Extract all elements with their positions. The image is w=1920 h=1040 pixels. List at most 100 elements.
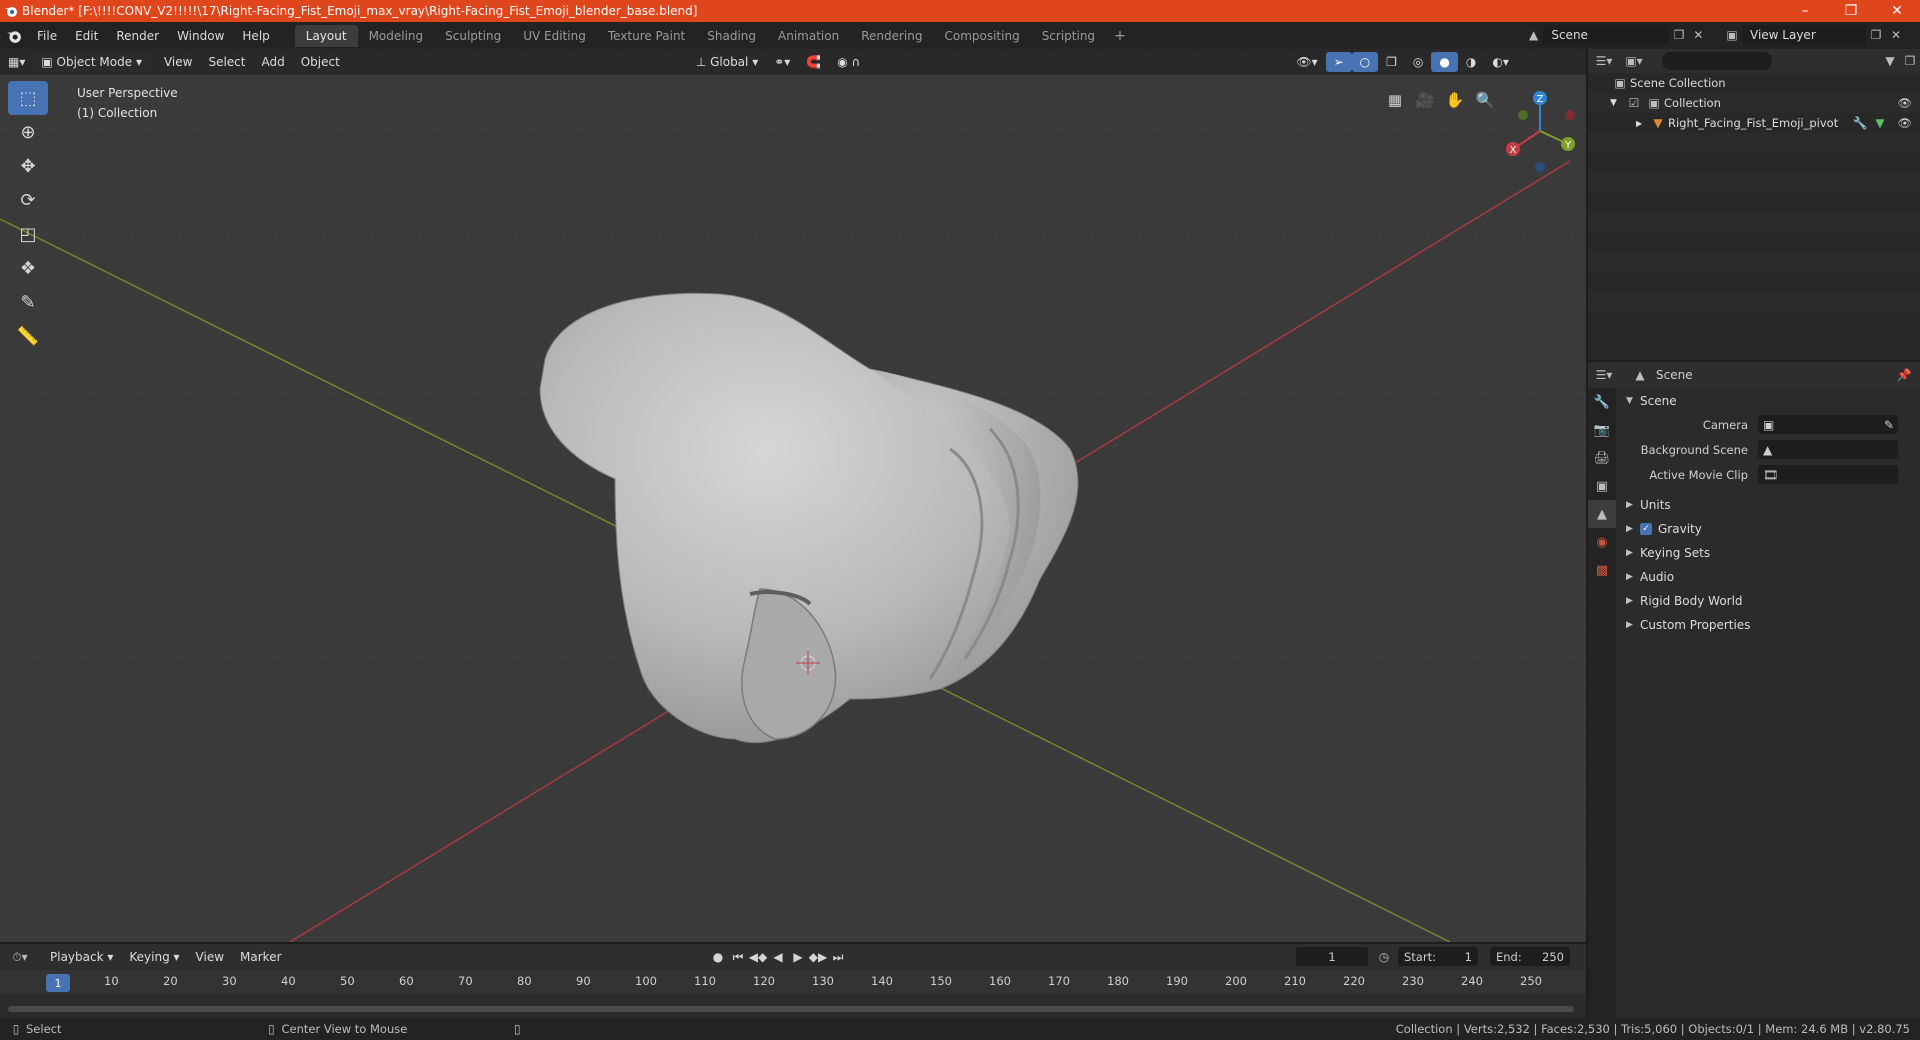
active-movie-clip-field[interactable]: 🎞 bbox=[1758, 465, 1898, 484]
expand-object-icon[interactable]: ▶ bbox=[1636, 119, 1648, 128]
play-reverse-icon[interactable]: ◀ bbox=[768, 947, 788, 967]
3d-viewport[interactable]: ▦▾ ▣ Object Mode ▾ View Select Add Objec… bbox=[0, 49, 1586, 942]
background-scene-field[interactable]: ▲ bbox=[1758, 440, 1898, 459]
gravity-checkbox[interactable]: ✓ bbox=[1640, 523, 1652, 535]
minimize-button[interactable]: – bbox=[1782, 0, 1828, 22]
snap-icon[interactable]: 🧲 bbox=[798, 52, 829, 72]
menu-select[interactable]: Select bbox=[200, 52, 253, 72]
scale-tool[interactable]: ◰ bbox=[8, 217, 48, 251]
new-scene-icon[interactable]: ❐ bbox=[1669, 25, 1688, 45]
playhead[interactable]: 1 bbox=[46, 974, 70, 992]
rigid-body-world-panel-header[interactable]: ▶ Rigid Body World bbox=[1618, 589, 1918, 613]
render-tab-icon[interactable]: 📷 bbox=[1588, 416, 1616, 444]
gizmo-toggle-icon[interactable]: ➢ bbox=[1325, 52, 1352, 72]
keying-sets-panel-header[interactable]: ▶ Keying Sets bbox=[1618, 541, 1918, 565]
scene-name-field[interactable]: Scene bbox=[1543, 25, 1670, 45]
view-layer-name-field[interactable]: View Layer bbox=[1742, 25, 1866, 45]
menu-help[interactable]: Help bbox=[233, 29, 278, 43]
menu-edit[interactable]: Edit bbox=[66, 29, 107, 43]
menu-render[interactable]: Render bbox=[107, 29, 168, 43]
remove-view-layer-icon[interactable]: ✕ bbox=[1886, 25, 1906, 45]
output-tab-icon[interactable]: 🖨 bbox=[1588, 444, 1616, 472]
tab-scripting[interactable]: Scripting bbox=[1031, 25, 1106, 47]
rendered-shading-icon[interactable]: ◐▾ bbox=[1484, 52, 1517, 72]
timeline-ruler[interactable]: 1 10 20 30 40 50 60 70 80 90 100 110 120 130 140 150 16… bbox=[0, 970, 1586, 994]
material-shading-icon[interactable]: ◑ bbox=[1458, 52, 1484, 72]
start-frame-field[interactable]: Start: 1 bbox=[1398, 947, 1478, 966]
scene-panel-header[interactable]: ▼ Scene bbox=[1618, 390, 1918, 412]
solid-shading-icon[interactable]: ● bbox=[1431, 52, 1458, 72]
new-view-layer-icon[interactable]: ❐ bbox=[1866, 25, 1886, 45]
editor-type-icon[interactable]: ▦▾ bbox=[0, 52, 33, 72]
tab-compositing[interactable]: Compositing bbox=[933, 25, 1030, 47]
next-keyframe-icon[interactable]: ◆▶ bbox=[808, 947, 828, 967]
restore-button[interactable]: ❐ bbox=[1828, 0, 1874, 22]
pin-icon[interactable]: 📌 bbox=[1894, 365, 1914, 385]
view-layer-tab-icon[interactable]: ▣ bbox=[1588, 472, 1616, 500]
current-frame-field[interactable]: 1 bbox=[1296, 947, 1368, 966]
transform-tool[interactable]: ❖ bbox=[8, 251, 48, 285]
select-box-tool[interactable]: ⬚ bbox=[8, 81, 48, 115]
texture-tab-icon[interactable]: ▩ bbox=[1588, 556, 1616, 584]
perspective-grid-icon[interactable]: ▦ bbox=[1380, 87, 1410, 113]
preview-range-clock-icon[interactable]: ◷ bbox=[1374, 947, 1394, 967]
world-tab-icon[interactable]: ◉ bbox=[1588, 528, 1616, 556]
scene-icon[interactable]: ▲ bbox=[1524, 25, 1543, 45]
remove-scene-icon[interactable]: ✕ bbox=[1689, 25, 1708, 45]
pivot-point-icon[interactable]: ⚭▾ bbox=[766, 52, 798, 72]
menu-timeline-view[interactable]: View bbox=[188, 947, 232, 967]
eyedropper-icon[interactable]: ✎ bbox=[1884, 418, 1894, 432]
prev-keyframe-icon[interactable]: ◀◆ bbox=[748, 947, 768, 967]
wireframe-shading-icon[interactable]: ◎ bbox=[1405, 52, 1431, 72]
add-workspace-button[interactable]: + bbox=[1106, 25, 1134, 47]
menu-keying[interactable]: Keying ▾ bbox=[121, 947, 187, 967]
move-tool[interactable]: ✥ bbox=[8, 149, 48, 183]
transform-orientation-dropdown[interactable]: ⊥ Global ▾ bbox=[688, 52, 766, 72]
tab-shading[interactable]: Shading bbox=[696, 25, 767, 47]
tab-rendering[interactable]: Rendering bbox=[850, 25, 933, 47]
tab-modeling[interactable]: Modeling bbox=[358, 25, 435, 47]
scene-tab-icon[interactable]: ▲ bbox=[1588, 500, 1616, 528]
play-icon[interactable]: ▶ bbox=[788, 947, 808, 967]
custom-properties-panel-header[interactable]: ▶ Custom Properties bbox=[1618, 613, 1918, 637]
outliner-row-collection[interactable]: ▼ ☑ ▣ Collection 👁 bbox=[1588, 93, 1920, 113]
navigation-gizmo[interactable]: Z Y X bbox=[1495, 86, 1585, 176]
audio-panel-header[interactable]: ▶ Audio bbox=[1618, 565, 1918, 589]
jump-start-icon[interactable]: ⏮ bbox=[728, 947, 748, 967]
collection-checkbox-icon[interactable]: ☑ bbox=[1624, 93, 1644, 113]
outliner-row-object[interactable]: ▶ ▼ Right_Facing_Fist_Emoji_pivot 🔧 ▼ 👁 bbox=[1588, 113, 1920, 133]
menu-playback[interactable]: Playback ▾ bbox=[42, 947, 121, 967]
display-mode-icon[interactable]: ▣▾ bbox=[1624, 51, 1644, 71]
camera-field[interactable]: ▣ ✎ bbox=[1758, 415, 1898, 434]
tab-uv-editing[interactable]: UV Editing bbox=[512, 25, 597, 47]
new-collection-icon[interactable]: ❐ bbox=[1900, 51, 1920, 71]
measure-tool[interactable]: 📏 bbox=[8, 319, 48, 353]
view-layer-icon[interactable]: ▣ bbox=[1722, 25, 1742, 45]
rotate-tool[interactable]: ⟳ bbox=[8, 183, 48, 217]
menu-marker[interactable]: Marker bbox=[232, 947, 289, 967]
menu-object[interactable]: Object bbox=[293, 52, 348, 72]
tab-layout[interactable]: Layout bbox=[294, 24, 358, 47]
object-visibility-icon[interactable]: 👁 bbox=[1897, 116, 1912, 130]
units-panel-header[interactable]: ▶ Units bbox=[1618, 493, 1918, 517]
jump-end-icon[interactable]: ⏭ bbox=[828, 947, 848, 967]
mode-dropdown[interactable]: ▣ Object Mode ▾ bbox=[33, 52, 150, 72]
tab-animation[interactable]: Animation bbox=[767, 25, 850, 47]
visibility-icon[interactable]: 👁▾ bbox=[1288, 52, 1325, 72]
tab-texture-paint[interactable]: Texture Paint bbox=[597, 25, 696, 47]
close-button[interactable]: ✕ bbox=[1874, 0, 1920, 22]
outliner-search-input[interactable] bbox=[1662, 52, 1772, 70]
proportional-editing-icon[interactable]: ◉ ∩ bbox=[829, 52, 868, 72]
timeline-editor-type-icon[interactable]: ⏱▾ bbox=[10, 947, 30, 967]
cursor-tool[interactable]: ⊕ bbox=[8, 115, 48, 149]
menu-window[interactable]: Window bbox=[168, 29, 233, 43]
menu-file[interactable]: File bbox=[28, 29, 66, 43]
timeline-scrollbar[interactable] bbox=[8, 1006, 1574, 1012]
overlay-toggle-icon[interactable]: ○ bbox=[1351, 52, 1379, 72]
tool-tab-icon[interactable]: 🔧 bbox=[1588, 388, 1616, 416]
modifier-wrench-icon[interactable]: 🔧 bbox=[1850, 113, 1870, 133]
record-icon[interactable]: ● bbox=[708, 947, 728, 967]
menu-view[interactable]: View bbox=[156, 52, 200, 72]
outliner-editor-type-icon[interactable]: ☰▾ bbox=[1594, 51, 1614, 71]
blender-menu-icon[interactable] bbox=[0, 28, 28, 44]
